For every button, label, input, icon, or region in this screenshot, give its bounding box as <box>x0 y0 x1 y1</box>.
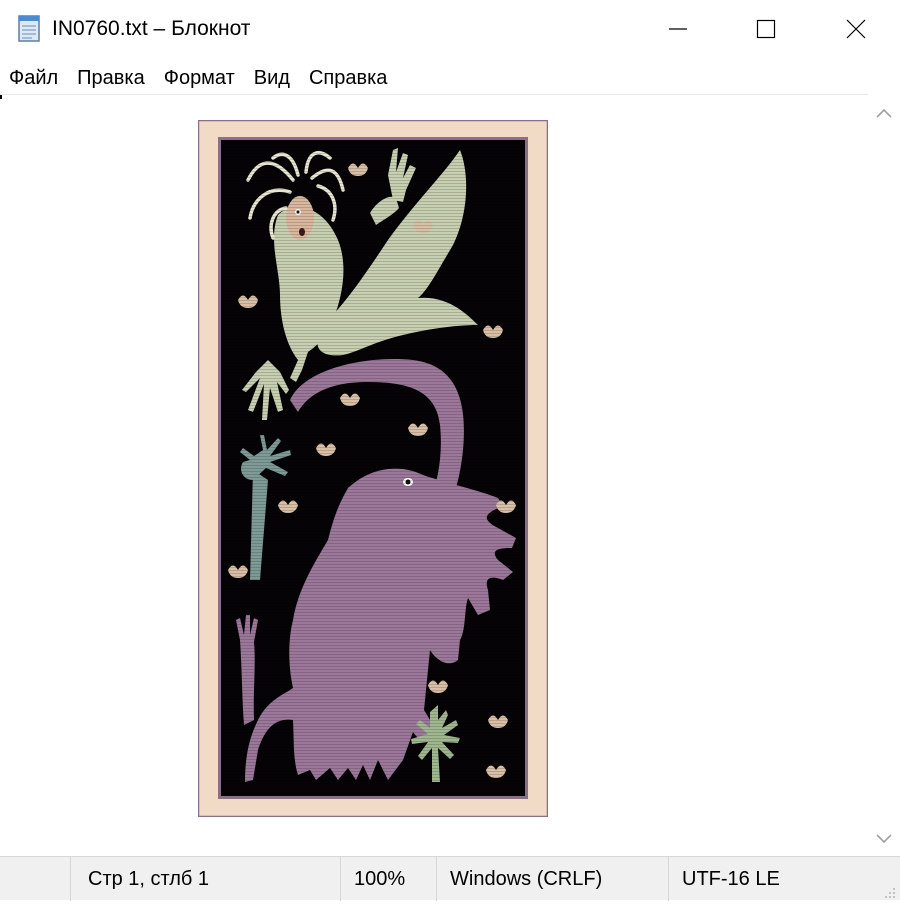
status-separator <box>436 857 437 901</box>
resize-grip-icon[interactable] <box>882 882 896 898</box>
minimize-button[interactable] <box>632 0 724 58</box>
chevron-up-icon <box>876 108 892 118</box>
vertical-scrollbar[interactable] <box>868 94 900 856</box>
menu-format[interactable]: Формат <box>155 64 245 92</box>
close-button[interactable] <box>810 0 900 58</box>
maximize-button[interactable] <box>720 0 812 58</box>
title-bar: IN0760.txt – Блокнот <box>0 0 900 58</box>
chevron-down-icon <box>876 834 892 844</box>
scroll-up-button[interactable] <box>868 100 900 126</box>
close-icon <box>846 19 866 39</box>
text-caret <box>0 95 2 99</box>
status-separator <box>340 857 341 901</box>
status-separator <box>70 857 71 901</box>
status-encoding: UTF-16 LE <box>682 868 780 890</box>
status-line-endings: Windows (CRLF) <box>450 868 603 890</box>
status-cursor-position: Стр 1, стлб 1 <box>88 868 210 890</box>
scroll-down-button[interactable] <box>868 826 900 852</box>
window-title: IN0760.txt – Блокнот <box>52 17 251 40</box>
menu-help[interactable]: Справка <box>300 64 397 92</box>
menu-edit[interactable]: Правка <box>68 64 155 92</box>
minimize-icon <box>669 28 687 30</box>
status-zoom: 100% <box>354 868 406 890</box>
menu-file[interactable]: Файл <box>0 64 68 92</box>
text-art-image <box>198 120 548 817</box>
status-separator <box>668 857 669 901</box>
maximize-icon <box>756 19 776 39</box>
notepad-icon[interactable] <box>14 13 44 43</box>
status-bar: Стр 1, стлб 1 100% Windows (CRLF) UTF-16… <box>0 856 900 901</box>
menu-bar: Файл Правка Формат Вид Справка <box>0 62 900 94</box>
menu-view[interactable]: Вид <box>245 64 300 92</box>
